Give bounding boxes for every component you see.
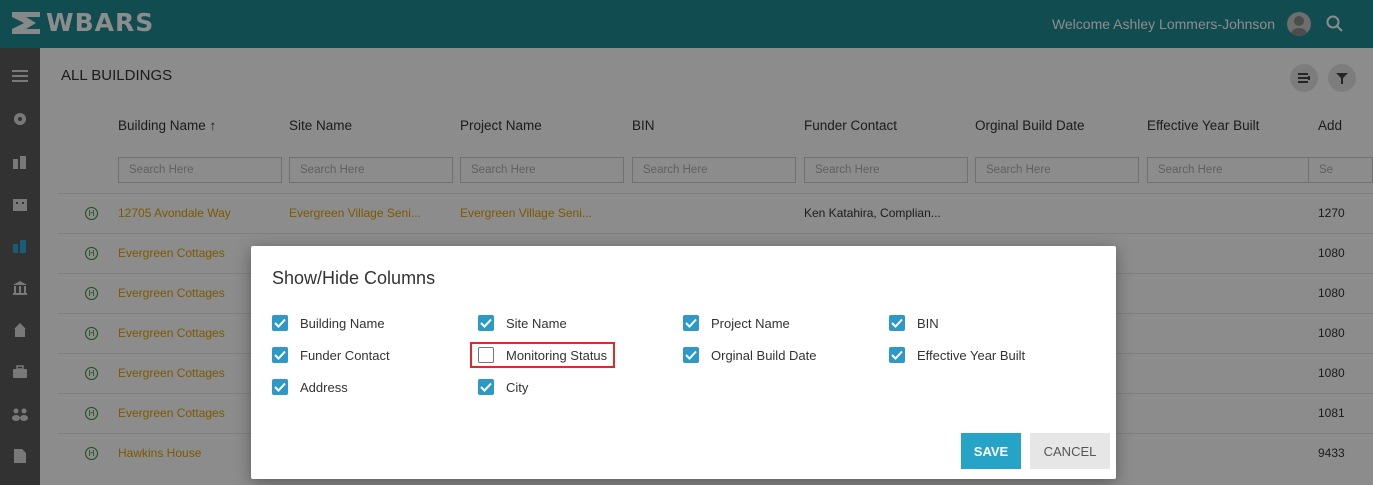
option-effective-year-built[interactable]: Effective Year Built xyxy=(889,344,1025,366)
dialog-title: Show/Hide Columns xyxy=(272,268,436,288)
option-label: City xyxy=(506,379,529,395)
option-label: Project Name xyxy=(711,315,790,331)
checkbox-checked[interactable] xyxy=(889,347,905,363)
option-label: Site Name xyxy=(506,315,567,331)
checkbox-checked[interactable] xyxy=(889,315,905,331)
checkbox-checked[interactable] xyxy=(683,347,699,363)
option-label: Address xyxy=(300,379,348,395)
option-label: Building Name xyxy=(300,315,385,331)
show-hide-columns-dialog: Show/Hide Columns Building Name Site Nam… xyxy=(251,246,1116,479)
checkbox-checked[interactable] xyxy=(272,315,288,331)
checkbox-checked[interactable] xyxy=(478,379,494,395)
save-button[interactable]: SAVE xyxy=(961,433,1021,469)
option-city[interactable]: City xyxy=(478,376,528,398)
option-project-name[interactable]: Project Name xyxy=(683,312,790,334)
checkbox-checked[interactable] xyxy=(272,379,288,395)
checkbox-checked[interactable] xyxy=(683,315,699,331)
option-site-name[interactable]: Site Name xyxy=(478,312,567,334)
option-building-name[interactable]: Building Name xyxy=(272,312,385,334)
option-label: Monitoring Status xyxy=(506,347,608,363)
option-label: BIN xyxy=(917,315,939,331)
cancel-button[interactable]: CANCEL xyxy=(1030,433,1110,469)
option-bin[interactable]: BIN xyxy=(889,312,939,334)
option-label: Orginal Build Date xyxy=(711,347,817,363)
option-funder-contact[interactable]: Funder Contact xyxy=(272,344,390,366)
option-original-build-date[interactable]: Orginal Build Date xyxy=(683,344,817,366)
option-monitoring-status[interactable]: Monitoring Status xyxy=(469,342,616,368)
checkbox-checked[interactable] xyxy=(272,347,288,363)
option-label: Effective Year Built xyxy=(917,347,1026,363)
checkbox-checked[interactable] xyxy=(478,315,494,331)
checkbox-unchecked[interactable] xyxy=(478,347,494,363)
option-label: Funder Contact xyxy=(300,347,390,363)
option-address[interactable]: Address xyxy=(272,376,348,398)
